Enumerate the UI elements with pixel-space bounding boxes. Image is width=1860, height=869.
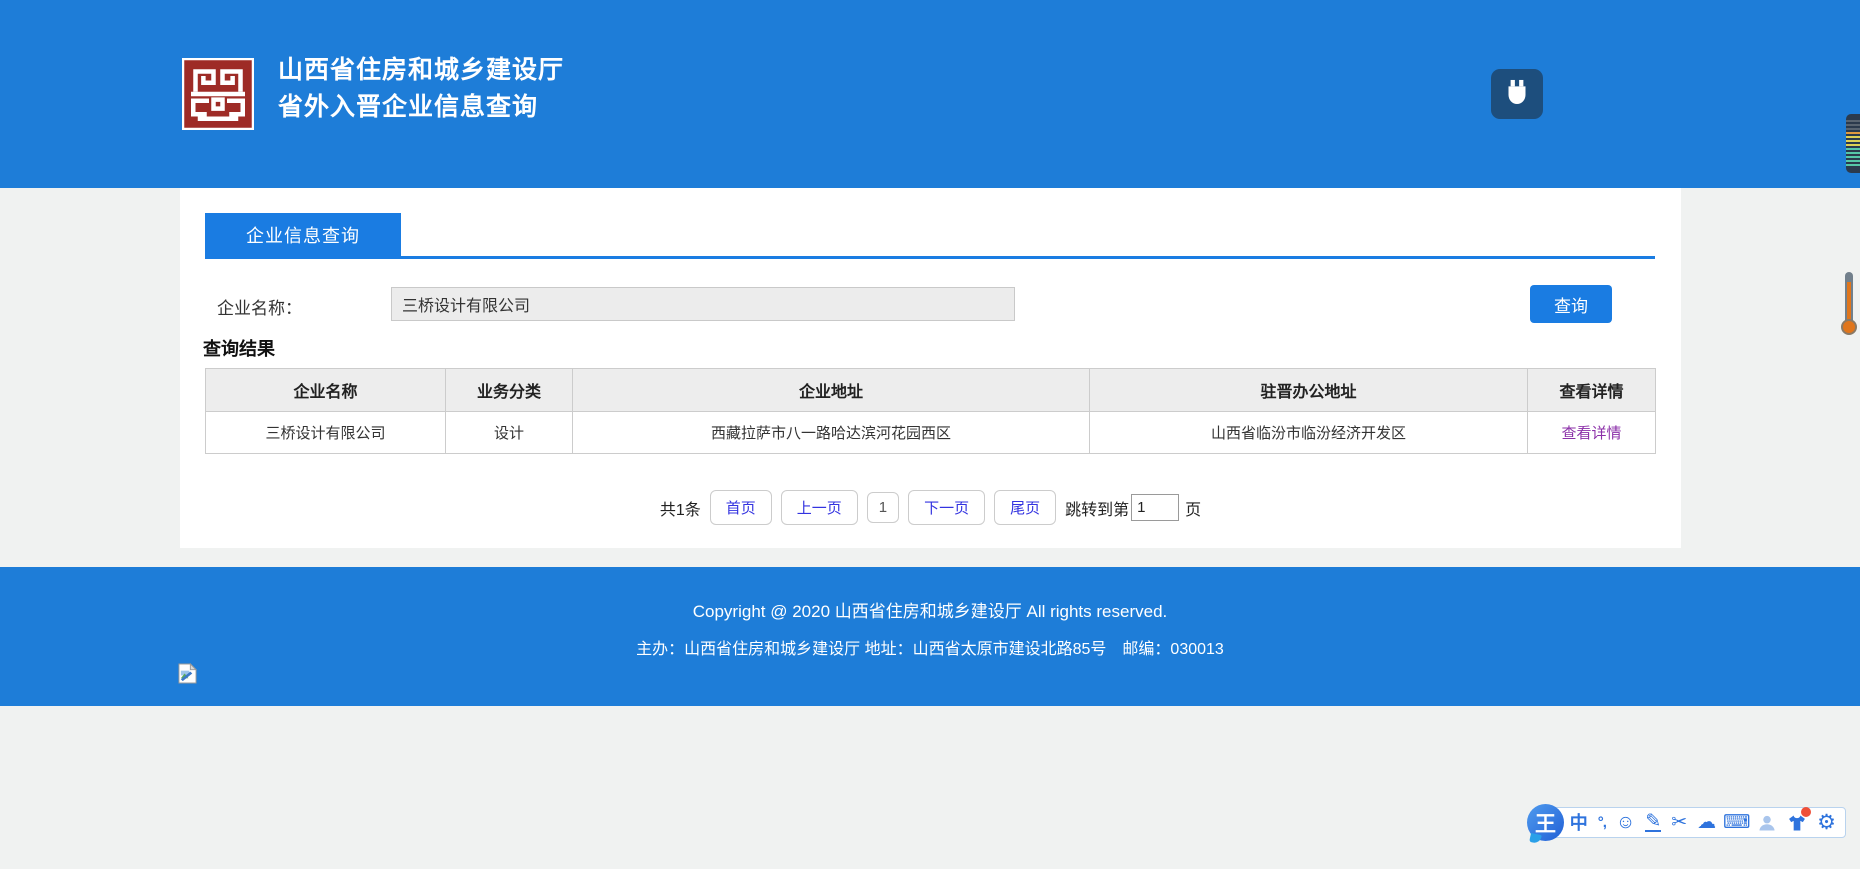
thermometer-bulb bbox=[1841, 319, 1857, 335]
chinese-mode-icon[interactable]: 中 bbox=[1570, 812, 1588, 833]
site-title-line1: 山西省住房和城乡建设厅 bbox=[278, 52, 564, 89]
account-icon[interactable] bbox=[1757, 812, 1777, 833]
site-title-line2: 省外入晋企业信息查询 bbox=[278, 89, 564, 126]
cell-office-address: 山西省临汾市临汾经济开发区 bbox=[1090, 412, 1528, 454]
copyright-text: Copyright @ 2020 山西省住房和城乡建设厅 All rights … bbox=[0, 567, 1860, 622]
handwriting-icon[interactable]: ✎ bbox=[1645, 813, 1661, 832]
results-heading: 查询结果 bbox=[203, 335, 275, 361]
page: 山西省住房和城乡建设厅 省外入晋企业信息查询 企业信息查询 企业名称： 查询 查… bbox=[0, 0, 1860, 869]
column-header-name: 企业名称 bbox=[206, 369, 446, 412]
company-name-label: 企业名称： bbox=[217, 294, 302, 319]
column-header-address: 企业地址 bbox=[573, 369, 1090, 412]
thermometer-fill bbox=[1847, 282, 1851, 324]
cell-category: 设计 bbox=[446, 412, 573, 454]
next-page-button[interactable]: 下一页 bbox=[908, 490, 985, 525]
skin-icon[interactable] bbox=[1787, 812, 1807, 833]
broken-image-icon bbox=[178, 663, 197, 684]
thermometer-icon[interactable] bbox=[1841, 272, 1857, 335]
column-header-category: 业务分类 bbox=[446, 369, 573, 412]
cell-address: 西藏拉萨市八一路哈达滨河花园西区 bbox=[573, 412, 1090, 454]
jump-suffix-text: 页 bbox=[1185, 496, 1201, 520]
table-header-row: 企业名称 业务分类 企业地址 驻晋办公地址 查看详情 bbox=[206, 369, 1656, 412]
search-button[interactable]: 查询 bbox=[1530, 285, 1612, 323]
scissors-icon[interactable]: ✂ bbox=[1671, 812, 1687, 833]
prev-page-button[interactable]: 上一页 bbox=[781, 490, 858, 525]
agency-logo-icon bbox=[180, 58, 256, 130]
column-header-office: 驻晋办公地址 bbox=[1090, 369, 1528, 412]
results-table: 企业名称 业务分类 企业地址 驻晋办公地址 查看详情 三桥设计有限公司 设计 西… bbox=[205, 368, 1656, 454]
view-detail-link[interactable]: 查看详情 bbox=[1561, 425, 1621, 442]
header-banner: 山西省住房和城乡建设厅 省外入晋企业信息查询 bbox=[0, 0, 1860, 188]
cell-detail: 查看详情 bbox=[1528, 412, 1656, 454]
plug-icon bbox=[1500, 75, 1534, 114]
content-card: 企业信息查询 企业名称： 查询 查询结果 企业名称 业务分类 企业地址 驻晋办公… bbox=[180, 188, 1681, 548]
notification-dot bbox=[1801, 807, 1811, 817]
emoji-icon[interactable]: ☺ bbox=[1616, 812, 1635, 833]
cloud-icon[interactable]: ☁ bbox=[1697, 812, 1716, 833]
plugin-button[interactable] bbox=[1491, 69, 1543, 119]
settings-gear-icon[interactable]: ⚙ bbox=[1817, 812, 1836, 833]
current-page-button[interactable]: 1 bbox=[867, 492, 899, 523]
tab-label: 企业信息查询 bbox=[246, 222, 360, 248]
monitor-widget[interactable] bbox=[1846, 114, 1860, 173]
jump-page-input[interactable] bbox=[1131, 494, 1179, 521]
site-title: 山西省住房和城乡建设厅 省外入晋企业信息查询 bbox=[278, 52, 564, 126]
punctuation-mode-icon[interactable]: °, bbox=[1598, 812, 1606, 833]
keyboard-icon[interactable]: ⌨ bbox=[1726, 812, 1747, 833]
first-page-button[interactable]: 首页 bbox=[710, 490, 772, 525]
ime-logo-icon[interactable]: 王 bbox=[1527, 804, 1564, 841]
table-row: 三桥设计有限公司 设计 西藏拉萨市八一路哈达滨河花园西区 山西省临汾市临汾经济开… bbox=[206, 412, 1656, 454]
tab-enterprise-query[interactable]: 企业信息查询 bbox=[205, 213, 401, 256]
last-page-button[interactable]: 尾页 bbox=[994, 490, 1056, 525]
footer-info-text: 主办：山西省住房和城乡建设厅 地址：山西省太原市建设北路85号 邮编：03001… bbox=[0, 635, 1860, 659]
company-name-input[interactable] bbox=[391, 287, 1015, 321]
footer: Copyright @ 2020 山西省住房和城乡建设厅 All rights … bbox=[0, 567, 1860, 706]
tab-underline bbox=[205, 256, 1655, 259]
column-header-detail: 查看详情 bbox=[1528, 369, 1656, 412]
total-count-text: 共1条 bbox=[660, 496, 701, 520]
cell-company-name: 三桥设计有限公司 bbox=[206, 412, 446, 454]
jump-prefix-text: 跳转到第 bbox=[1065, 496, 1129, 520]
ime-toolbar: 中 °, ☺ ✎ ✂ ☁ ⌨ ⚙ bbox=[1546, 807, 1846, 838]
pagination: 共1条 首页 上一页 1 下一页 尾页 跳转到第 页 bbox=[180, 490, 1681, 525]
